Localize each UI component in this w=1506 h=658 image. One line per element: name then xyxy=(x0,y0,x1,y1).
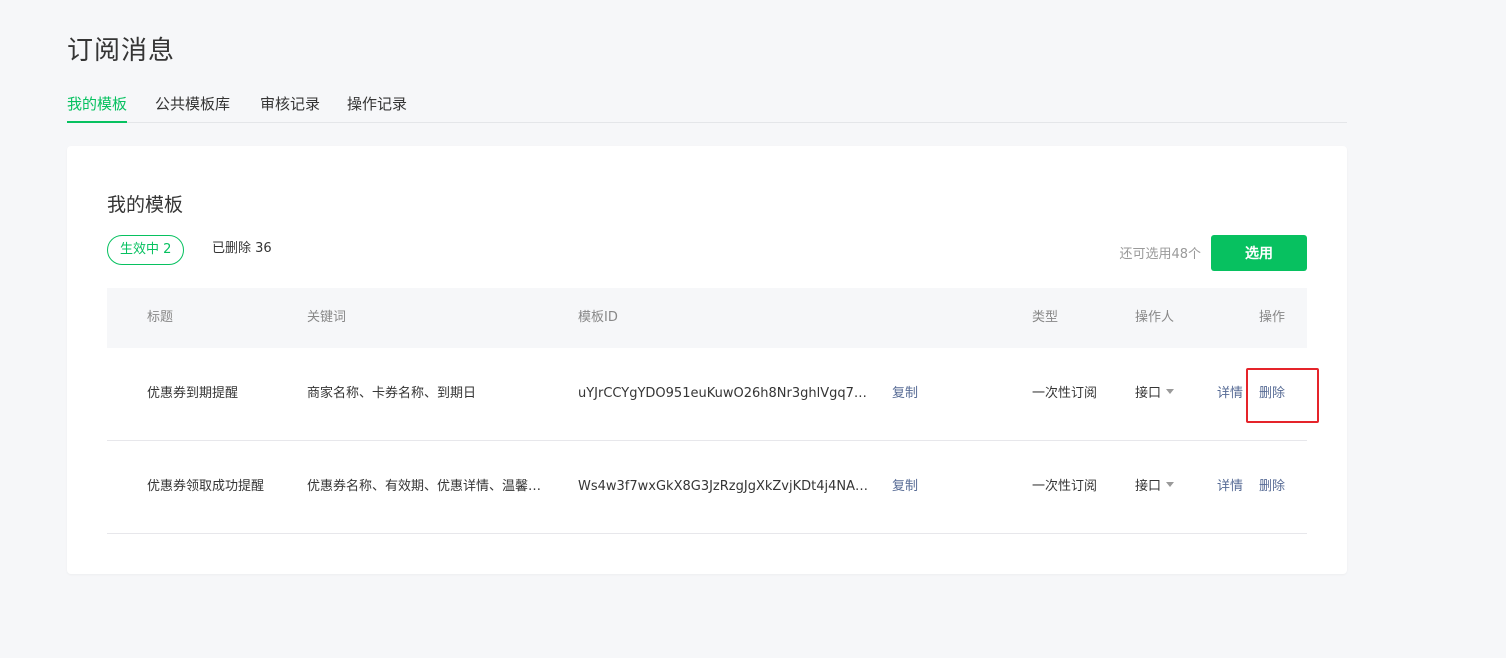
filter-active[interactable]: 生效中 2 xyxy=(107,235,185,265)
page-title: 订阅消息 xyxy=(67,36,176,66)
row-title: 优惠券到期提醒 xyxy=(147,386,239,401)
operator-label: 接口 xyxy=(1135,386,1162,401)
row-template-id: uYJrCCYgYDO951euKuwO26h8Nr3ghlVgq7… xyxy=(578,386,867,401)
caret-down-icon xyxy=(1166,482,1175,487)
tab-my-templates[interactable]: 我的模板 xyxy=(67,92,128,123)
detail-link[interactable]: 详情 xyxy=(1217,348,1243,440)
row-title: 优惠券领取成功提醒 xyxy=(147,479,265,494)
header-type: 类型 xyxy=(1032,310,1059,325)
card-title: 我的模板 xyxy=(107,194,184,216)
caret-down-icon xyxy=(1166,389,1175,394)
header-actions: 操作 xyxy=(1259,310,1286,325)
tab-operation-records[interactable]: 操作记录 xyxy=(347,92,407,121)
detail-link[interactable]: 详情 xyxy=(1217,441,1243,533)
operator-label: 接口 xyxy=(1135,479,1162,494)
my-templates-card: 我的模板 生效中 2 已删除 36 还可选用48个 选用 标题 关键词 模板ID… xyxy=(67,146,1347,574)
row-type: 一次性订阅 xyxy=(1032,386,1098,401)
row-type: 一次性订阅 xyxy=(1032,479,1098,494)
row-template-id: Ws4w3f7wxGkX8G3JzRzgJgXkZvjKDt4j4NA… xyxy=(578,479,868,494)
table-row: 优惠券领取成功提醒 优惠券名称、有效期、优惠详情、温馨… Ws4w3f7wxGk… xyxy=(107,441,1307,534)
tab-bar: 我的模板 公共模板库 审核记录 操作记录 xyxy=(67,92,1347,123)
header-operator: 操作人 xyxy=(1135,310,1175,325)
table-row: 优惠券到期提醒 商家名称、卡券名称、到期日 uYJrCCYgYDO951euKu… xyxy=(107,348,1307,441)
header-title: 标题 xyxy=(147,310,174,325)
delete-link[interactable]: 删除 xyxy=(1259,348,1285,440)
header-keywords: 关键词 xyxy=(307,310,347,325)
row-keywords: 优惠券名称、有效期、优惠详情、温馨… xyxy=(307,479,542,494)
operator-dropdown[interactable]: 接口 xyxy=(1135,348,1175,440)
select-template-button[interactable]: 选用 xyxy=(1211,235,1307,271)
row-keywords: 商家名称、卡券名称、到期日 xyxy=(307,386,477,401)
delete-link[interactable]: 删除 xyxy=(1259,441,1285,533)
tab-public-templates[interactable]: 公共模板库 xyxy=(155,92,230,121)
copy-link[interactable]: 复制 xyxy=(892,441,918,533)
operator-dropdown[interactable]: 接口 xyxy=(1135,441,1175,533)
copy-link[interactable]: 复制 xyxy=(892,348,918,440)
header-template-id: 模板ID xyxy=(578,310,618,325)
table-header: 标题 关键词 模板ID 类型 操作人 操作 xyxy=(107,288,1307,348)
templates-table: 标题 关键词 模板ID 类型 操作人 操作 优惠券到期提醒 商家名称、卡券名称、… xyxy=(107,288,1307,534)
remaining-quota: 还可选用48个 xyxy=(1119,247,1201,262)
filter-deleted[interactable]: 已删除 36 xyxy=(212,235,272,265)
tab-review-records[interactable]: 审核记录 xyxy=(260,92,320,121)
